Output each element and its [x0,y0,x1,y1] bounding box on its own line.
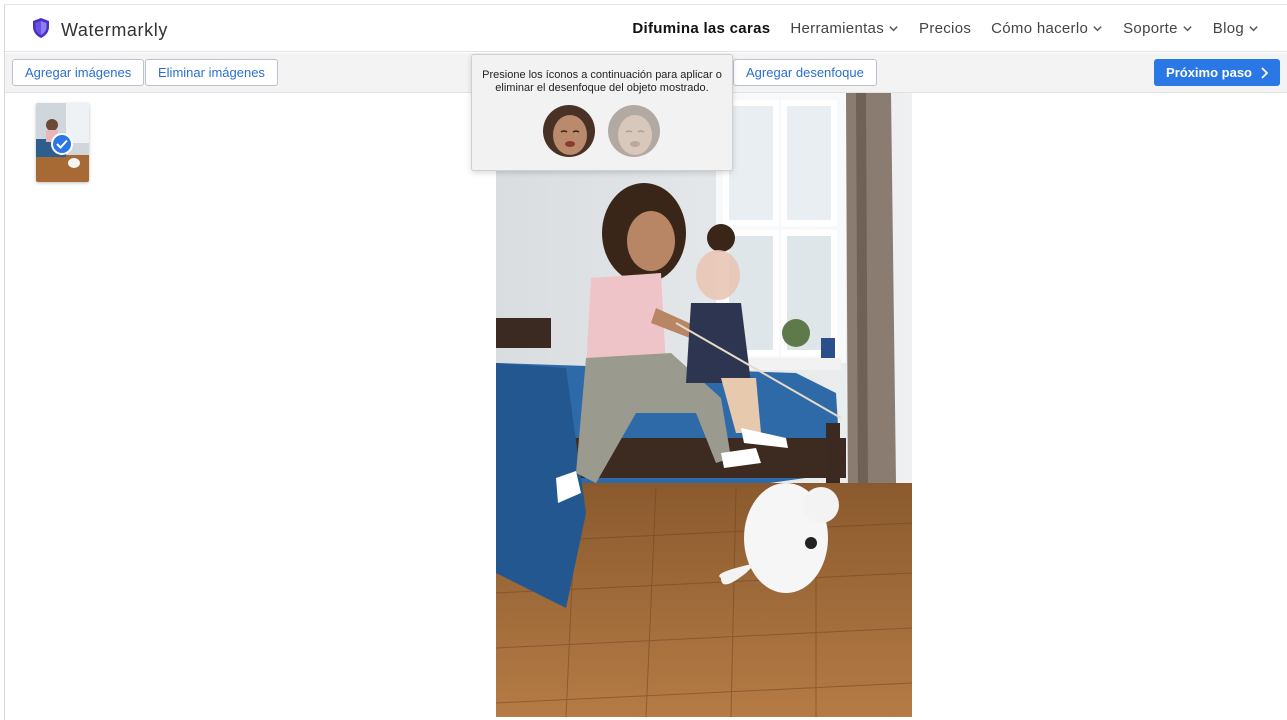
nav-label: Herramientas [790,20,885,37]
popover-instructions: Presione los íconos a continuación para … [482,69,722,94]
chevron-down-icon [1093,26,1102,32]
remove-images-button[interactable]: Eliminar imágenes [145,59,278,86]
face-blurred-toggle[interactable] [608,105,660,157]
image-thumbnail[interactable] [36,103,89,182]
nav-label: Soporte [1123,20,1178,37]
chevron-down-icon [889,26,898,32]
nav-how-to[interactable]: Cómo hacerlo [991,20,1103,37]
brand-name: Watermarkly [61,20,168,40]
nav-label: Difumina las caras [632,20,771,37]
nav-label: Precios [919,20,972,37]
add-images-button[interactable]: Agregar imágenes [12,59,145,86]
nav-pricing[interactable]: Precios [919,20,971,37]
nav-support[interactable]: Soporte [1123,20,1193,37]
nav-blog[interactable]: Blog [1213,20,1259,37]
next-step-label: Próximo paso [1166,65,1252,80]
blurred-face-thumbnail-icon [608,105,660,157]
face-thumbnail-icon [543,105,595,157]
shield-icon [31,17,51,44]
add-blur-button[interactable]: Agregar desenfoque [733,59,877,86]
main-photo-canvas[interactable] [496,93,912,717]
nav-tools[interactable]: Herramientas [790,20,899,37]
chevron-down-icon [1249,26,1258,32]
nav-label: Cómo hacerlo [991,20,1089,37]
brand-logo[interactable]: Watermarkly [31,17,168,44]
nav-blur-faces[interactable]: Difumina las caras [632,20,770,37]
nav-label: Blog [1212,20,1244,37]
blur-help-popover: Presione los íconos a continuación para … [471,54,733,171]
chevron-right-icon [1261,66,1268,79]
main-nav: Difumina las caras Herramientas Precios … [632,20,1259,37]
selected-check-icon [51,133,73,155]
chevron-down-icon [1183,26,1192,32]
top-header: Watermarkly Difumina las caras Herramien… [5,5,1287,52]
face-unblurred-toggle[interactable] [543,105,595,157]
photo-children-playing-with-cat [496,93,912,717]
next-step-button[interactable]: Próximo paso [1154,59,1280,86]
